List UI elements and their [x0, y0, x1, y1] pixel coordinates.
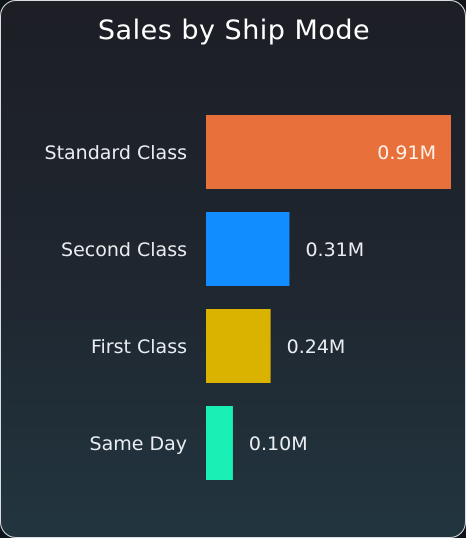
bar-chart: Standard Class 0.91M Second Class 0.31M Firs…: [45, 115, 451, 480]
data-label-second-class: 0.31M: [305, 239, 364, 261]
category-label-same-day: Same Day: [90, 433, 187, 455]
bar-second-class[interactable]: [206, 212, 290, 286]
category-label-second-class: Second Class: [61, 239, 187, 261]
category-label-first-class: First Class: [91, 336, 187, 358]
data-label-standard-class: 0.91M: [377, 142, 436, 164]
bar-first-class[interactable]: [206, 309, 271, 383]
chart-card: Sales by Ship Mode Standard Class 0.91M Se…: [0, 0, 466, 538]
data-label-same-day: 0.10M: [249, 433, 308, 455]
bar-same-day[interactable]: [206, 406, 233, 480]
category-label-standard-class: Standard Class: [45, 142, 187, 164]
data-label-first-class: 0.24M: [287, 336, 346, 358]
